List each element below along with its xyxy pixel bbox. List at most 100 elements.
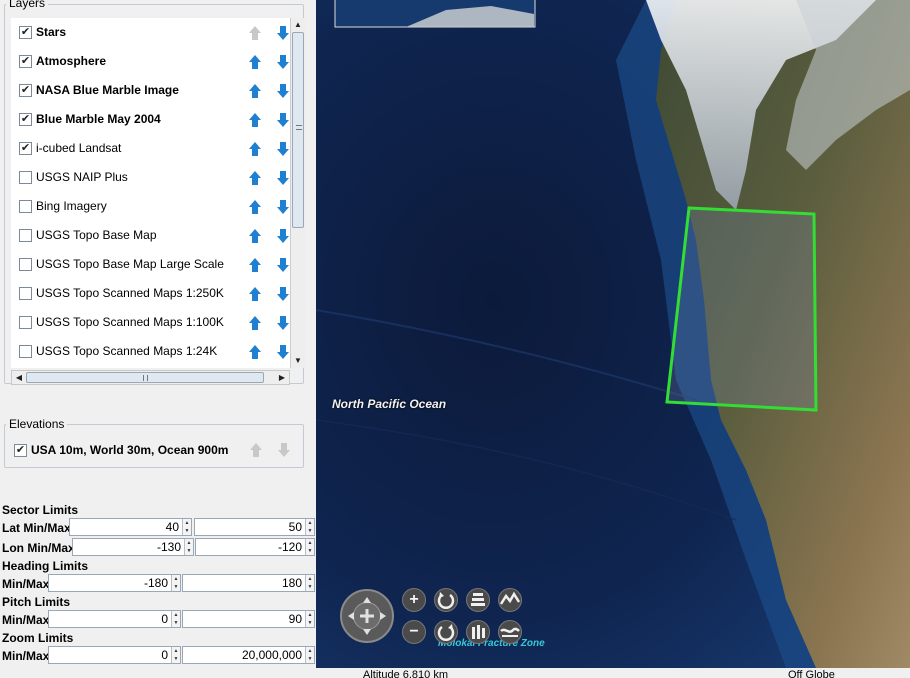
move-layer-down-icon[interactable] bbox=[276, 315, 290, 331]
zoom-max-spinner[interactable]: ▲▼ bbox=[182, 646, 315, 664]
pitch-max-spin-buttons[interactable]: ▲ ▼ bbox=[305, 611, 314, 627]
spin-down-icon[interactable]: ▼ bbox=[306, 547, 314, 555]
heading-right-button[interactable] bbox=[434, 620, 458, 644]
layer-checkbox[interactable] bbox=[19, 316, 32, 329]
spin-up-icon[interactable]: ▲ bbox=[306, 575, 314, 583]
lat-max-input[interactable] bbox=[195, 519, 305, 535]
layer-row[interactable]: USGS Topo Scanned Maps 1:24K bbox=[11, 337, 291, 366]
move-layer-down-icon[interactable] bbox=[276, 83, 290, 99]
zoom-min-spinner[interactable]: ▲▼ bbox=[48, 646, 181, 664]
move-layer-up-icon[interactable] bbox=[248, 344, 262, 360]
move-layer-up-icon[interactable] bbox=[248, 170, 262, 186]
spin-up-icon[interactable]: ▲ bbox=[306, 647, 314, 655]
scrollbar-thumb[interactable] bbox=[292, 32, 304, 228]
layer-row[interactable]: ✔ Stars bbox=[11, 18, 291, 47]
scroll-left-button[interactable]: ◀ bbox=[12, 371, 26, 385]
move-layer-up-icon[interactable] bbox=[248, 257, 262, 273]
spin-down-icon[interactable]: ▼ bbox=[306, 583, 314, 591]
heading-max-input[interactable] bbox=[183, 575, 305, 591]
vertical-exaggeration-up-button[interactable] bbox=[498, 588, 522, 612]
move-layer-up-icon[interactable] bbox=[248, 141, 262, 157]
move-layer-down-icon[interactable] bbox=[276, 286, 290, 302]
layer-row[interactable]: USGS Topo Scanned Maps 1:100K bbox=[11, 308, 291, 337]
pitch-min-spinner[interactable]: ▲▼ bbox=[48, 610, 181, 628]
spin-up-icon[interactable]: ▲ bbox=[183, 519, 191, 527]
move-layer-down-icon[interactable] bbox=[276, 54, 290, 70]
layer-checkbox[interactable]: ✔ bbox=[19, 113, 32, 126]
layer-list-horizontal-scrollbar[interactable]: ◀ ▶ bbox=[11, 370, 290, 385]
move-layer-down-icon[interactable] bbox=[276, 141, 290, 157]
lat-max-spin-buttons[interactable]: ▲ ▼ bbox=[305, 519, 314, 535]
move-layer-down-icon[interactable] bbox=[276, 228, 290, 244]
spin-down-icon[interactable]: ▼ bbox=[306, 619, 314, 627]
globe-map-view[interactable]: North Pacific Ocean Molokai Fracture Zon… bbox=[316, 0, 910, 668]
layer-checkbox[interactable] bbox=[19, 258, 32, 271]
lon-max-input[interactable] bbox=[196, 539, 305, 555]
layer-checkbox[interactable] bbox=[19, 200, 32, 213]
pitch-min-input[interactable] bbox=[49, 611, 171, 627]
elevation-move-down-icon[interactable] bbox=[277, 442, 291, 458]
spin-up-icon[interactable]: ▲ bbox=[185, 539, 193, 547]
pitch-down-button[interactable] bbox=[466, 620, 490, 644]
lat-min-spinner[interactable]: ▲▼ bbox=[69, 518, 192, 536]
lat-min-input[interactable] bbox=[70, 519, 182, 535]
layer-row[interactable]: ✔ i-cubed Landsat bbox=[11, 134, 291, 163]
move-layer-up-icon[interactable] bbox=[248, 315, 262, 331]
lon-min-input[interactable] bbox=[73, 539, 184, 555]
sector-outline[interactable] bbox=[665, 206, 818, 412]
layer-list-vertical-scrollbar[interactable]: ▲ ▼ bbox=[290, 18, 305, 368]
move-layer-up-icon[interactable] bbox=[248, 83, 262, 99]
layer-checkbox[interactable] bbox=[19, 287, 32, 300]
heading-min-spinner[interactable]: ▲▼ bbox=[48, 574, 181, 592]
lat-max-spinner[interactable]: ▲▼ bbox=[194, 518, 315, 536]
layer-checkbox[interactable]: ✔ bbox=[19, 84, 32, 97]
move-layer-up-icon[interactable] bbox=[248, 228, 262, 244]
scroll-up-button[interactable]: ▲ bbox=[291, 18, 305, 32]
pitch-max-spinner[interactable]: ▲▼ bbox=[182, 610, 315, 628]
layer-row[interactable]: ✔ Blue Marble May 2004 bbox=[11, 105, 291, 134]
layer-checkbox[interactable]: ✔ bbox=[19, 142, 32, 155]
lon-min-spinner[interactable]: ▲▼ bbox=[72, 538, 194, 556]
pitch-min-spin-buttons[interactable]: ▲ ▼ bbox=[171, 611, 180, 627]
selected-sector-overlay[interactable] bbox=[316, 0, 910, 668]
zoom-max-spin-buttons[interactable]: ▲ ▼ bbox=[305, 647, 314, 663]
zoom-max-input[interactable] bbox=[183, 647, 305, 663]
pitch-max-input[interactable] bbox=[183, 611, 305, 627]
lon-max-spin-buttons[interactable]: ▲ ▼ bbox=[305, 539, 314, 555]
heading-min-spin-buttons[interactable]: ▲ ▼ bbox=[171, 575, 180, 591]
heading-min-input[interactable] bbox=[49, 575, 171, 591]
layer-row[interactable]: USGS Topo Base Map Large Scale bbox=[11, 250, 291, 279]
lon-max-spinner[interactable]: ▲▼ bbox=[195, 538, 315, 556]
spin-down-icon[interactable]: ▼ bbox=[172, 583, 180, 591]
move-layer-up-icon[interactable] bbox=[248, 286, 262, 302]
move-layer-up-icon[interactable] bbox=[248, 54, 262, 70]
spin-down-icon[interactable]: ▼ bbox=[306, 655, 314, 663]
layer-row[interactable]: USGS Topo Base Map bbox=[11, 221, 291, 250]
spin-up-icon[interactable]: ▲ bbox=[172, 611, 180, 619]
spin-up-icon[interactable]: ▲ bbox=[306, 519, 314, 527]
spin-down-icon[interactable]: ▼ bbox=[172, 655, 180, 663]
elevation-checkbox[interactable]: ✔ bbox=[14, 444, 27, 457]
zoom-in-button[interactable]: + bbox=[402, 588, 426, 612]
move-layer-up-icon[interactable] bbox=[248, 112, 262, 128]
spin-down-icon[interactable]: ▼ bbox=[306, 527, 314, 535]
layer-row[interactable]: USGS NAIP Plus bbox=[11, 163, 291, 192]
move-layer-down-icon[interactable] bbox=[276, 344, 290, 360]
spin-up-icon[interactable]: ▲ bbox=[306, 611, 314, 619]
lat-min-spin-buttons[interactable]: ▲ ▼ bbox=[182, 519, 191, 535]
layer-checkbox[interactable]: ✔ bbox=[19, 55, 32, 68]
spin-up-icon[interactable]: ▲ bbox=[172, 575, 180, 583]
layer-checkbox[interactable]: ✔ bbox=[19, 26, 32, 39]
move-layer-down-icon[interactable] bbox=[276, 25, 290, 41]
spin-down-icon[interactable]: ▼ bbox=[183, 527, 191, 535]
move-layer-down-icon[interactable] bbox=[276, 199, 290, 215]
pitch-up-button[interactable] bbox=[466, 588, 490, 612]
heading-max-spin-buttons[interactable]: ▲ ▼ bbox=[305, 575, 314, 591]
spin-down-icon[interactable]: ▼ bbox=[185, 547, 193, 555]
elevation-move-up-icon[interactable] bbox=[249, 442, 263, 458]
zoom-out-button[interactable]: − bbox=[402, 620, 426, 644]
lon-min-spin-buttons[interactable]: ▲ ▼ bbox=[184, 539, 193, 555]
heading-max-spinner[interactable]: ▲▼ bbox=[182, 574, 315, 592]
move-layer-down-icon[interactable] bbox=[276, 257, 290, 273]
layer-row[interactable]: ✔ Atmosphere bbox=[11, 47, 291, 76]
